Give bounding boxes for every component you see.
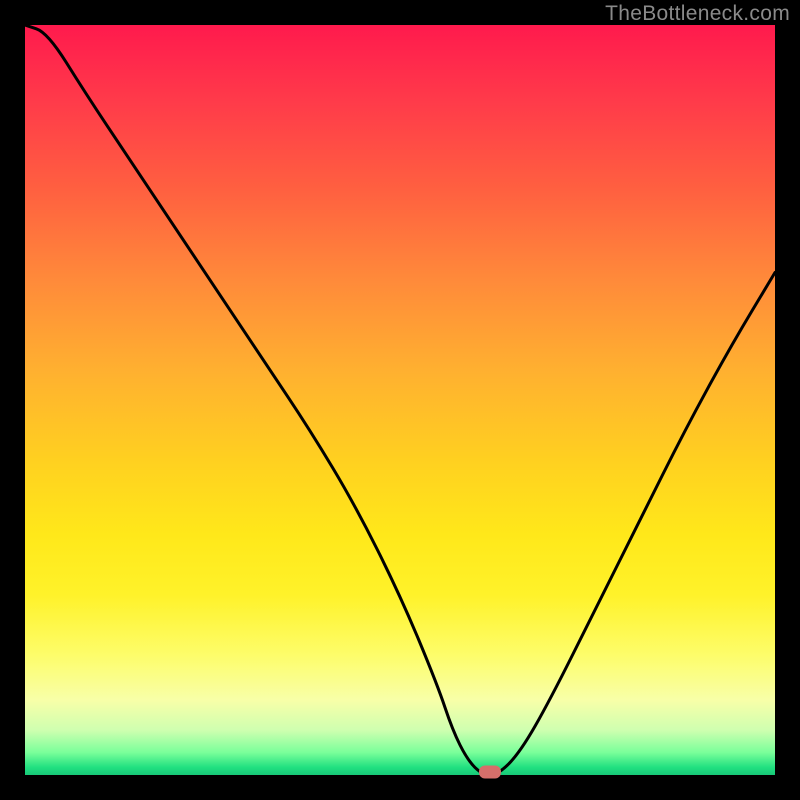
watermark-text: TheBottleneck.com [605,2,790,26]
chart-frame: TheBottleneck.com [0,0,800,800]
bottleneck-curve-path [25,25,775,775]
bottleneck-curve-svg [25,25,775,775]
